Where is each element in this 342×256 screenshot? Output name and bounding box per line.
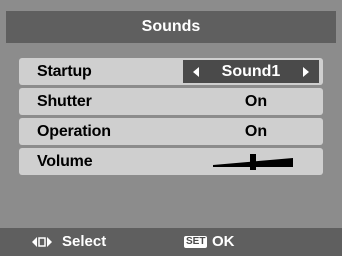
right-arrow-icon[interactable] [303,67,309,77]
shutter-label: Shutter [37,92,92,110]
set-button-icon: SET [184,236,208,248]
volume-slider[interactable] [213,154,293,170]
startup-value: Sound1 [221,62,281,80]
footer-bar: Select SET OK [0,228,342,256]
ok-hint: OK [212,233,235,250]
camera-screen: Sounds Startup Sound1 Shutter On Operati… [0,0,342,256]
sound-menu: Startup Sound1 Shutter On Operation On V… [19,58,323,178]
shutter-value: On [244,92,268,110]
menu-row-operation[interactable]: Operation On [19,118,323,145]
left-arrow-icon[interactable] [193,67,199,77]
volume-label: Volume [37,152,93,170]
operation-value: On [244,122,268,140]
menu-row-startup[interactable]: Startup Sound1 [19,58,323,85]
left-right-nav-icon [32,237,52,247]
select-hint: Select [62,233,107,250]
page-title: Sounds [141,18,201,35]
menu-row-volume[interactable]: Volume [19,148,323,175]
startup-value-selector[interactable]: Sound1 [183,60,319,83]
startup-label: Startup [37,62,92,80]
title-bar: Sounds [6,11,336,43]
menu-row-shutter[interactable]: Shutter On [19,88,323,115]
operation-label: Operation [37,122,111,140]
volume-knob[interactable] [250,154,256,170]
